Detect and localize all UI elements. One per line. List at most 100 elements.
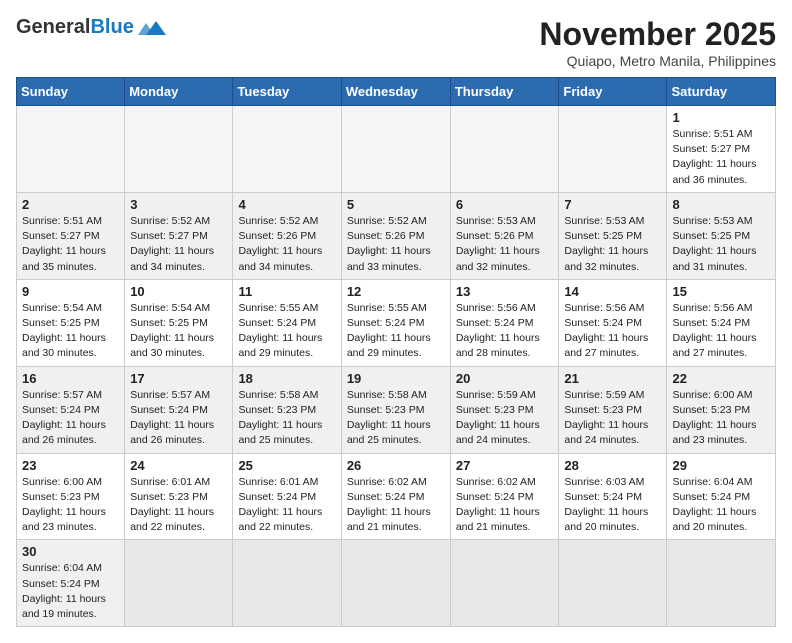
day-info: Sunrise: 5:58 AM Sunset: 5:23 PM Dayligh…	[238, 388, 335, 449]
day-info: Sunrise: 5:55 AM Sunset: 5:24 PM Dayligh…	[238, 301, 335, 362]
header-tuesday: Tuesday	[233, 78, 341, 106]
calendar-week-row: 23Sunrise: 6:00 AM Sunset: 5:23 PM Dayli…	[17, 453, 776, 540]
header: GeneralBlue November 2025 Quiapo, Metro …	[16, 16, 776, 69]
calendar-cell: 6 Sunrise: 5:53 AM Sunset: 5:26 PM Daylig…	[450, 192, 559, 279]
day-info: Sunrise: 6:01 AM Sunset: 5:23 PM Dayligh…	[130, 475, 227, 536]
calendar-week-row: 2 Sunrise: 5:51 AM Sunset: 5:27 PM Daylig…	[17, 192, 776, 279]
logo-icon	[138, 17, 166, 39]
calendar-cell	[17, 106, 125, 193]
calendar-cell: 27 Sunrise: 6:02 AM Sunset: 5:24 PM Dayli…	[450, 453, 559, 540]
calendar-cell: 7 Sunrise: 5:53 AM Sunset: 5:25 PM Daylig…	[559, 192, 667, 279]
day-info: Sunrise: 5:56 AM Sunset: 5:24 PM Dayligh…	[672, 301, 770, 362]
day-number: 20	[456, 371, 554, 386]
weekday-header-row: Sunday Monday Tuesday Wednesday Thursday…	[17, 78, 776, 106]
day-number: 10	[130, 284, 227, 299]
calendar-cell: 16Sunrise: 5:57 AM Sunset: 5:24 PM Dayli…	[17, 366, 125, 453]
calendar-cell: 8 Sunrise: 5:53 AM Sunset: 5:25 PM Daylig…	[667, 192, 776, 279]
calendar-cell: 11 Sunrise: 5:55 AM Sunset: 5:24 PM Dayli…	[233, 279, 341, 366]
day-info: Sunrise: 6:00 AM Sunset: 5:23 PM Dayligh…	[672, 388, 770, 449]
page-container: GeneralBlue November 2025 Quiapo, Metro …	[16, 16, 776, 627]
header-saturday: Saturday	[667, 78, 776, 106]
day-info: Sunrise: 5:53 AM Sunset: 5:25 PM Dayligh…	[672, 214, 770, 275]
calendar-cell: 26 Sunrise: 6:02 AM Sunset: 5:24 PM Dayli…	[341, 453, 450, 540]
day-info: Sunrise: 5:56 AM Sunset: 5:24 PM Dayligh…	[564, 301, 661, 362]
day-number: 7	[564, 197, 661, 212]
day-number: 3	[130, 197, 227, 212]
day-info: Sunrise: 5:56 AM Sunset: 5:24 PM Dayligh…	[456, 301, 554, 362]
calendar-cell: 10Sunrise: 5:54 AM Sunset: 5:25 PM Dayli…	[125, 279, 233, 366]
day-number: 26	[347, 458, 445, 473]
logo: GeneralBlue	[16, 16, 166, 39]
calendar-cell: 20 Sunrise: 5:59 AM Sunset: 5:23 PM Dayli…	[450, 366, 559, 453]
calendar-week-row: 30 Sunrise: 6:04 AM Sunset: 5:24 PM Dayli…	[17, 540, 776, 627]
day-info: Sunrise: 5:52 AM Sunset: 5:26 PM Dayligh…	[347, 214, 445, 275]
day-number: 4	[238, 197, 335, 212]
day-number: 16	[22, 371, 119, 386]
day-info: Sunrise: 5:55 AM Sunset: 5:24 PM Dayligh…	[347, 301, 445, 362]
calendar-cell: 21Sunrise: 5:59 AM Sunset: 5:23 PM Dayli…	[559, 366, 667, 453]
day-info: Sunrise: 5:53 AM Sunset: 5:25 PM Dayligh…	[564, 214, 661, 275]
day-number: 12	[347, 284, 445, 299]
calendar-week-row: 9Sunrise: 5:54 AM Sunset: 5:25 PM Daylig…	[17, 279, 776, 366]
day-info: Sunrise: 5:59 AM Sunset: 5:23 PM Dayligh…	[456, 388, 554, 449]
day-number: 30	[22, 544, 119, 559]
day-number: 5	[347, 197, 445, 212]
day-number: 11	[238, 284, 335, 299]
day-number: 6	[456, 197, 554, 212]
day-info: Sunrise: 6:04 AM Sunset: 5:24 PM Dayligh…	[672, 475, 770, 536]
calendar-cell	[125, 106, 233, 193]
day-info: Sunrise: 5:52 AM Sunset: 5:26 PM Dayligh…	[238, 214, 335, 275]
day-number: 22	[672, 371, 770, 386]
title-area: November 2025 Quiapo, Metro Manila, Phil…	[539, 16, 776, 69]
header-monday: Monday	[125, 78, 233, 106]
calendar-cell	[450, 540, 559, 627]
day-info: Sunrise: 5:53 AM Sunset: 5:26 PM Dayligh…	[456, 214, 554, 275]
calendar: Sunday Monday Tuesday Wednesday Thursday…	[16, 77, 776, 627]
header-sunday: Sunday	[17, 78, 125, 106]
calendar-cell: 2 Sunrise: 5:51 AM Sunset: 5:27 PM Daylig…	[17, 192, 125, 279]
calendar-cell	[233, 106, 341, 193]
day-info: Sunrise: 6:02 AM Sunset: 5:24 PM Dayligh…	[456, 475, 554, 536]
day-info: Sunrise: 5:58 AM Sunset: 5:23 PM Dayligh…	[347, 388, 445, 449]
day-info: Sunrise: 6:04 AM Sunset: 5:24 PM Dayligh…	[22, 561, 119, 622]
calendar-cell: 12 Sunrise: 5:55 AM Sunset: 5:24 PM Dayli…	[341, 279, 450, 366]
day-number: 27	[456, 458, 554, 473]
calendar-cell: 22 Sunrise: 6:00 AM Sunset: 5:23 PM Dayli…	[667, 366, 776, 453]
calendar-cell: 3 Sunrise: 5:52 AM Sunset: 5:27 PM Daylig…	[125, 192, 233, 279]
day-number: 2	[22, 197, 119, 212]
day-info: Sunrise: 5:52 AM Sunset: 5:27 PM Dayligh…	[130, 214, 227, 275]
day-number: 8	[672, 197, 770, 212]
day-info: Sunrise: 5:57 AM Sunset: 5:24 PM Dayligh…	[130, 388, 227, 449]
day-info: Sunrise: 5:51 AM Sunset: 5:27 PM Dayligh…	[22, 214, 119, 275]
calendar-cell: 13Sunrise: 5:56 AM Sunset: 5:24 PM Dayli…	[450, 279, 559, 366]
day-info: Sunrise: 6:00 AM Sunset: 5:23 PM Dayligh…	[22, 475, 119, 536]
calendar-cell: 4 Sunrise: 5:52 AM Sunset: 5:26 PM Daylig…	[233, 192, 341, 279]
day-number: 15	[672, 284, 770, 299]
calendar-cell	[125, 540, 233, 627]
calendar-cell	[341, 106, 450, 193]
calendar-cell: 18 Sunrise: 5:58 AM Sunset: 5:23 PM Dayli…	[233, 366, 341, 453]
location-title: Quiapo, Metro Manila, Philippines	[539, 53, 776, 69]
day-info: Sunrise: 6:02 AM Sunset: 5:24 PM Dayligh…	[347, 475, 445, 536]
calendar-week-row: 16 Sunrise: 5:57 AM Sunset: 5:24 PM Dayli…	[17, 366, 776, 453]
day-info: Sunrise: 6:01 AM Sunset: 5:24 PM Dayligh…	[238, 475, 335, 536]
day-info: Sunrise: 5:59 AM Sunset: 5:23 PM Dayligh…	[564, 388, 661, 449]
calendar-cell: 25Sunrise: 6:01 AM Sunset: 5:24 PM Dayli…	[233, 453, 341, 540]
day-number: 18	[238, 371, 335, 386]
day-number: 1	[672, 110, 770, 125]
calendar-week-row: 1Sunrise: 5:51 AM Sunset: 5:27 PM Daylig…	[17, 106, 776, 193]
day-number: 24	[130, 458, 227, 473]
calendar-cell	[450, 106, 559, 193]
day-number: 17	[130, 371, 227, 386]
calendar-cell: 5 Sunrise: 5:52 AM Sunset: 5:26 PM Daylig…	[341, 192, 450, 279]
calendar-cell: 19 Sunrise: 5:58 AM Sunset: 5:23 PM Dayli…	[341, 366, 450, 453]
calendar-cell: 28Sunrise: 6:03 AM Sunset: 5:24 PM Dayli…	[559, 453, 667, 540]
calendar-cell: 24 Sunrise: 6:01 AM Sunset: 5:23 PM Dayli…	[125, 453, 233, 540]
calendar-cell: 15 Sunrise: 5:56 AM Sunset: 5:24 PM Dayli…	[667, 279, 776, 366]
day-number: 19	[347, 371, 445, 386]
day-number: 29	[672, 458, 770, 473]
calendar-cell	[233, 540, 341, 627]
calendar-cell	[667, 540, 776, 627]
calendar-cell: 17 Sunrise: 5:57 AM Sunset: 5:24 PM Dayli…	[125, 366, 233, 453]
calendar-cell: 9Sunrise: 5:54 AM Sunset: 5:25 PM Daylig…	[17, 279, 125, 366]
